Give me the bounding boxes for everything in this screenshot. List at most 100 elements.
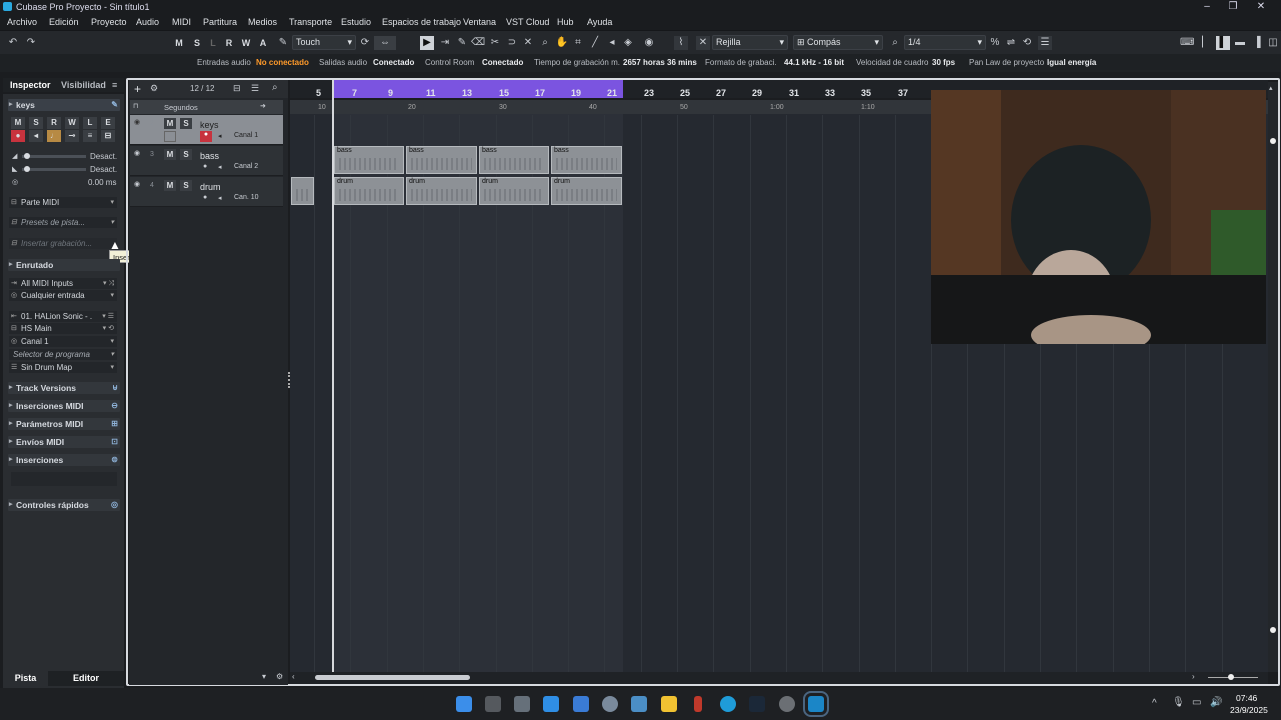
mute-tool-icon[interactable]: ✕: [521, 36, 535, 50]
maximize-zone-icon[interactable]: ◫: [1266, 36, 1280, 50]
rec-format-value[interactable]: 44.1 kHz - 16 bit: [784, 58, 844, 67]
track-name[interactable]: bass: [200, 151, 219, 161]
quantize-note-icon[interactable]: ♩: [47, 130, 61, 142]
lock-icon[interactable]: ⊸: [65, 130, 79, 142]
line-tool-icon[interactable]: ╱: [588, 36, 602, 50]
undo-icon[interactable]: ↶: [6, 36, 20, 50]
midi-part-drum-partial[interactable]: [291, 177, 314, 205]
midi-input-channel-select[interactable]: ◎ Cualquier entrada ▾: [9, 290, 117, 301]
track-mute-button[interactable]: M: [164, 118, 176, 129]
automation-mode-select[interactable]: Touch ▾: [292, 35, 356, 50]
midi-output-select[interactable]: ⇤ 01. HALion Sonic - . ▾ ☰: [9, 311, 117, 322]
docs-icon[interactable]: [573, 696, 589, 712]
guitar-app-icon[interactable]: [694, 696, 702, 712]
read-button[interactable]: R: [222, 36, 236, 50]
chevron-right-icon[interactable]: ›: [1192, 672, 1195, 681]
inspector-read-button[interactable]: R: [47, 117, 61, 129]
midi-input-select[interactable]: ⇥ All MIDI Inputs ▾ ⤨: [9, 278, 117, 289]
play-tool-icon[interactable]: ◂: [605, 36, 619, 50]
color-tool-icon[interactable]: ◈: [621, 36, 635, 50]
vertical-scrollbar[interactable]: ▴: [1268, 82, 1278, 672]
pan-value[interactable]: Desact.: [90, 165, 117, 174]
zoom-tool-icon[interactable]: ⌕: [538, 36, 552, 50]
section-track-versions[interactable]: Track Versions ⊎: [8, 382, 120, 394]
menu-ayuda[interactable]: Ayuda: [587, 17, 612, 27]
iterative-quantize-icon[interactable]: %: [988, 36, 1002, 50]
menu-icon[interactable]: ≡: [112, 80, 117, 90]
program-selector[interactable]: Selector de programa ▾: [9, 349, 117, 360]
inspector-track-header[interactable]: keys ✎: [8, 99, 120, 111]
pan-law-value[interactable]: Igual energía: [1047, 58, 1096, 67]
track-solo-button[interactable]: S: [180, 180, 192, 191]
hand-tool-icon[interactable]: ✋: [555, 36, 569, 50]
section-midi-params[interactable]: Parámetros MIDI ⊞: [8, 418, 120, 430]
track-channel[interactable]: Can. 10: [234, 194, 259, 201]
midi-part-bass[interactable]: bass: [551, 146, 622, 174]
salidas-audio-value[interactable]: Conectado: [373, 58, 414, 67]
settings-icon[interactable]: ⚙: [276, 672, 283, 681]
quantize-preset-icon[interactable]: ⌕: [888, 36, 902, 50]
midi-part-drum[interactable]: drum: [551, 177, 622, 205]
volume-slider[interactable]: [22, 153, 86, 159]
lower-zone-icon[interactable]: ▬: [1233, 36, 1247, 50]
range-tool-icon[interactable]: ⇥: [438, 36, 452, 50]
keyboard-icon[interactable]: ⌨: [1180, 36, 1194, 50]
insert-recording-row[interactable]: ⊟ Insertar grabación...: [9, 238, 117, 249]
midi-part-select[interactable]: ⊟ Parte MIDI ▾: [9, 197, 117, 208]
snap-type-select[interactable]: Rejilla ▾: [712, 35, 788, 50]
pan-slider-knob[interactable]: [24, 166, 30, 172]
redo-icon[interactable]: ↷: [24, 36, 38, 50]
quantize-select[interactable]: 1/4 ▾: [904, 35, 986, 50]
midi-part-bass[interactable]: bass: [406, 146, 477, 174]
time-track[interactable]: ⊓ Segundos ➜: [130, 100, 283, 114]
microphone-icon[interactable]: 🎙: [1172, 697, 1185, 708]
menu-transporte[interactable]: Transporte: [289, 17, 332, 27]
steam-icon[interactable]: [749, 696, 765, 712]
clock-date[interactable]: 23/9/2025: [1230, 705, 1268, 715]
volume-icon[interactable]: 🔊: [1210, 697, 1222, 708]
midi-part-drum[interactable]: drum: [479, 177, 549, 205]
track-drum[interactable]: 4 ◉ M S drum ● ◂ Can. 10: [130, 177, 283, 207]
horizontal-scroll-thumb[interactable]: [315, 675, 470, 680]
inspector-zone-icon[interactable]: ▌: [1216, 36, 1230, 50]
terminal-icon[interactable]: [485, 696, 501, 712]
snap-zero-icon[interactable]: ◉: [642, 36, 656, 50]
vertical-zoom-knob[interactable]: [1270, 138, 1276, 144]
store-icon[interactable]: [543, 696, 559, 712]
timewarp-tool-icon[interactable]: ⌗: [571, 36, 585, 50]
record-enable-icon[interactable]: ●: [200, 131, 212, 142]
midi-part-drum[interactable]: drum: [406, 177, 477, 205]
section-quick-controls[interactable]: Controles rápidos ◎: [8, 499, 120, 511]
inspector-mute-button[interactable]: M: [11, 117, 25, 129]
listen-button[interactable]: L: [206, 36, 220, 50]
monitor-icon[interactable]: ◂: [218, 132, 222, 140]
track-presets-select[interactable]: ⊟ Presets de pista... ▾: [9, 217, 117, 228]
pencil-tool-icon[interactable]: ✎: [455, 36, 469, 50]
track-mute-button[interactable]: M: [164, 149, 176, 160]
notepad-icon[interactable]: [514, 696, 530, 712]
section-inserts[interactable]: Inserciones ⊜: [8, 454, 120, 466]
track-solo-button[interactable]: S: [180, 118, 192, 129]
track-settings-icon[interactable]: ⚙: [150, 83, 158, 94]
pan-slider[interactable]: [22, 166, 86, 172]
menu-medios[interactable]: Medios: [248, 17, 277, 27]
rec-time-value[interactable]: 2657 horas 36 mins: [623, 58, 697, 67]
drum-map-select[interactable]: ☰ Sin Drum Map ▾: [9, 362, 117, 373]
network-icon[interactable]: ▭: [1192, 697, 1201, 708]
window-layout-icon[interactable]: ☰: [1038, 36, 1052, 50]
track-bass[interactable]: 3 ◉ M S bass ● ◂ Canal 2: [130, 146, 283, 176]
track-mute-button[interactable]: M: [164, 180, 176, 191]
freeze-icon[interactable]: ≡: [83, 130, 97, 142]
apply-quantize-icon[interactable]: ⇌: [1004, 36, 1018, 50]
clock-time[interactable]: 07:46: [1236, 693, 1257, 703]
midi-output-bus-select[interactable]: ⊟ HS Main ▾ ⟲: [9, 323, 117, 334]
tab-visibility[interactable]: Visibilidad: [61, 80, 106, 93]
minimize-button[interactable]: –: [1198, 1, 1216, 13]
control-room-value[interactable]: Conectado: [482, 58, 523, 67]
track-channel[interactable]: Canal 1: [234, 132, 258, 139]
menu-estudio[interactable]: Estudio: [341, 17, 371, 27]
monitor-icon[interactable]: ◂: [218, 194, 222, 202]
inspector-lanes-button[interactable]: L: [83, 117, 97, 129]
monitor-icon[interactable]: ◂: [218, 163, 222, 171]
midi-part-bass[interactable]: bass: [334, 146, 404, 174]
